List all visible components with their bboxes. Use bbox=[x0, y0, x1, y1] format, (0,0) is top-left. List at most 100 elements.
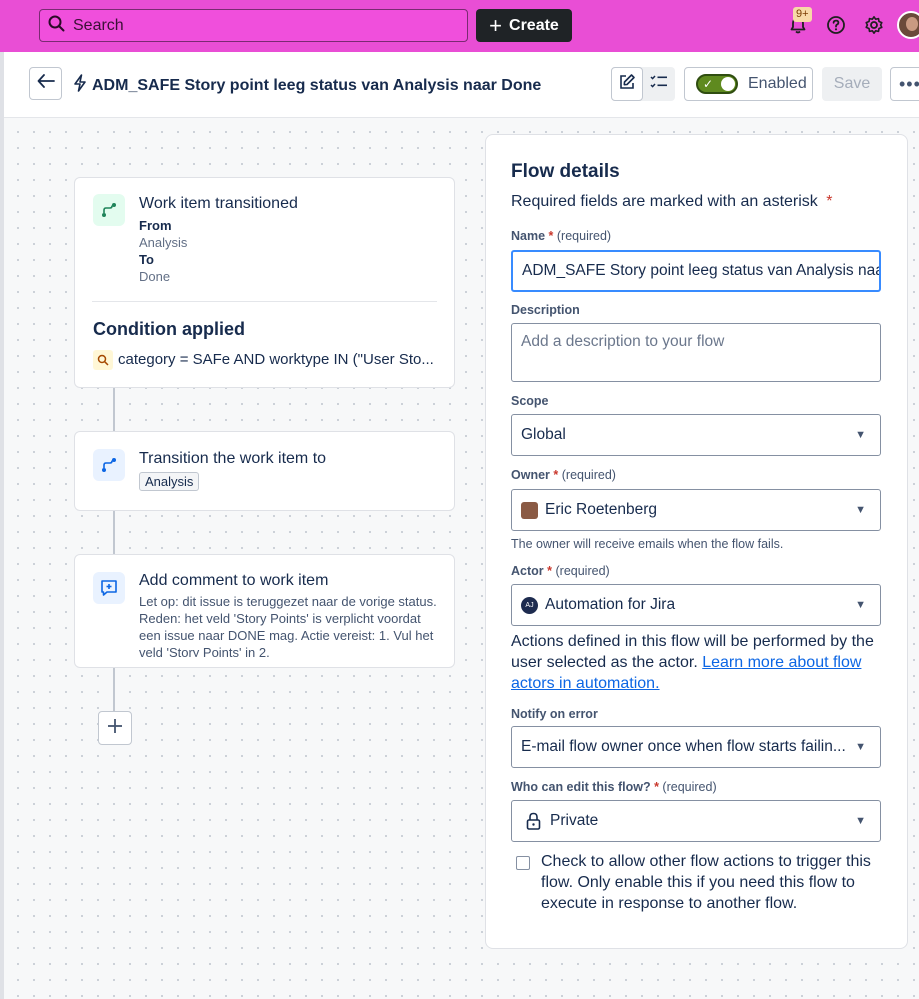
chevron-down-icon: ▼ bbox=[855, 504, 866, 516]
toggle-switch[interactable]: ✓ bbox=[696, 74, 738, 94]
card-divider bbox=[92, 301, 437, 302]
condition-text: category = SAFe AND worktype IN ("User S… bbox=[118, 351, 434, 368]
actor-avatar: AJ bbox=[521, 596, 538, 614]
connector-line bbox=[113, 511, 115, 555]
scope-value: Global bbox=[521, 426, 566, 443]
notify-select[interactable]: E-mail flow owner once when flow starts … bbox=[511, 726, 881, 768]
name-input-value: ADM_SAFE Story point leeg status van Ana… bbox=[522, 262, 879, 279]
required-note: Required fields are marked with an aster… bbox=[511, 191, 833, 212]
actor-select[interactable]: AJ Automation for Jira ▼ bbox=[511, 584, 881, 626]
description-placeholder: Add a description to your flow bbox=[521, 333, 725, 350]
enabled-toggle[interactable]: ✓ Enabled bbox=[684, 67, 813, 101]
flow-title-text: ADM_SAFE Story point leeg status van Ana… bbox=[92, 76, 542, 94]
view-toggle bbox=[611, 67, 675, 101]
condition-search-icon bbox=[93, 350, 113, 370]
scope-select[interactable]: Global ▼ bbox=[511, 414, 881, 456]
plus-icon bbox=[107, 718, 123, 739]
actor-required-tag: (required) bbox=[555, 564, 610, 578]
check-icon: ✓ bbox=[703, 77, 714, 91]
edit-icon bbox=[618, 73, 636, 96]
list-view-button[interactable] bbox=[643, 67, 675, 101]
notify-value: E-mail flow owner once when flow starts … bbox=[521, 738, 846, 755]
help-icon[interactable] bbox=[825, 14, 847, 36]
name-asterisk: * bbox=[548, 229, 554, 243]
edit-asterisk: * bbox=[654, 780, 659, 794]
flow-details-heading: Flow details bbox=[511, 161, 620, 182]
lightning-icon bbox=[72, 74, 88, 97]
actor-label-text: Actor bbox=[511, 564, 544, 578]
owner-asterisk: * bbox=[553, 468, 559, 482]
connector-line bbox=[113, 668, 115, 712]
scope-label: Scope bbox=[511, 394, 549, 408]
trigger-title: Work item transitioned bbox=[139, 195, 298, 212]
actor-help: Actions defined in this flow will be per… bbox=[511, 631, 881, 694]
user-avatar[interactable] bbox=[897, 11, 919, 39]
name-label: Name * (required) bbox=[511, 229, 611, 243]
from-label: From bbox=[139, 218, 172, 233]
transition-action-title: Transition the work item to bbox=[139, 450, 327, 467]
description-label: Description bbox=[511, 303, 580, 317]
to-label: To bbox=[139, 252, 154, 267]
search-icon bbox=[48, 15, 65, 37]
create-button[interactable]: + Create bbox=[476, 9, 572, 42]
actor-label: Actor * (required) bbox=[511, 564, 610, 578]
plus-icon: + bbox=[489, 12, 503, 38]
name-label-text: Name bbox=[511, 229, 546, 243]
comment-text: Let op: dit issue is teruggezet naar de … bbox=[139, 594, 437, 657]
search-input[interactable]: Search bbox=[39, 9, 468, 42]
more-options-button[interactable]: ••• bbox=[890, 67, 919, 101]
owner-label: Owner * (required) bbox=[511, 468, 616, 482]
chevron-down-icon: ▼ bbox=[855, 741, 866, 753]
toggle-knob bbox=[721, 77, 735, 91]
owner-select[interactable]: Eric Roetenberg ▼ bbox=[511, 489, 881, 531]
required-note-text: Required fields are marked with an aster… bbox=[511, 193, 818, 210]
search-placeholder: Search bbox=[73, 16, 124, 34]
transition-trigger-icon bbox=[93, 194, 125, 226]
chevron-down-icon: ▼ bbox=[855, 815, 866, 827]
required-asterisk: * bbox=[826, 193, 833, 210]
arrow-left-icon bbox=[37, 74, 55, 93]
edit-permission-select[interactable]: Private ▼ bbox=[511, 800, 881, 842]
checklist-icon bbox=[650, 74, 668, 95]
flow-title: ADM_SAFE Story point leeg status van Ana… bbox=[72, 74, 541, 97]
edit-permission-label: Who can edit this flow? * (required) bbox=[511, 780, 717, 794]
owner-value: Eric Roetenberg bbox=[545, 501, 658, 518]
comment-icon bbox=[93, 572, 125, 604]
settings-icon[interactable] bbox=[863, 14, 885, 36]
save-button[interactable]: Save bbox=[822, 67, 882, 101]
owner-avatar bbox=[521, 501, 538, 519]
description-input[interactable]: Add a description to your flow bbox=[511, 323, 881, 382]
allow-trigger-label: Check to allow other flow actions to tri… bbox=[541, 853, 871, 912]
connector-line bbox=[113, 388, 115, 432]
name-required-tag: (required) bbox=[556, 229, 612, 243]
trigger-details: From Analysis To Done bbox=[139, 217, 187, 285]
status-lozenge: Analysis bbox=[139, 472, 200, 491]
transition-action-icon bbox=[93, 449, 125, 481]
owner-help: The owner will receive emails when the f… bbox=[511, 537, 784, 551]
actor-asterisk: * bbox=[547, 564, 553, 578]
condition-heading: Condition applied bbox=[93, 319, 245, 339]
allow-trigger-checkbox[interactable] bbox=[516, 856, 530, 870]
edit-required-tag: (required) bbox=[662, 780, 717, 794]
transition-action-card[interactable] bbox=[74, 431, 455, 511]
comment-action-title: Add comment to work item bbox=[139, 572, 329, 589]
actor-value: Automation for Jira bbox=[545, 596, 676, 613]
owner-required-tag: (required) bbox=[561, 468, 616, 482]
transition-status: Analysis bbox=[139, 472, 200, 491]
create-label: Create bbox=[509, 16, 559, 34]
notify-label: Notify on error bbox=[511, 707, 598, 721]
enabled-label: Enabled bbox=[748, 75, 807, 92]
owner-label-text: Owner bbox=[511, 468, 550, 482]
add-step-button[interactable] bbox=[98, 711, 132, 745]
from-value: Analysis bbox=[139, 235, 188, 250]
chevron-down-icon: ▼ bbox=[855, 429, 866, 441]
back-button[interactable] bbox=[29, 67, 62, 100]
chevron-down-icon: ▼ bbox=[855, 599, 866, 611]
edit-view-button[interactable] bbox=[611, 67, 643, 101]
lock-icon bbox=[526, 812, 541, 830]
more-icon: ••• bbox=[899, 73, 919, 94]
notification-badge: 9+ bbox=[793, 7, 812, 22]
to-value: Done bbox=[139, 269, 171, 284]
name-input[interactable]: ADM_SAFE Story point leeg status van Ana… bbox=[511, 250, 881, 292]
edit-permission-label-text: Who can edit this flow? bbox=[511, 780, 651, 794]
